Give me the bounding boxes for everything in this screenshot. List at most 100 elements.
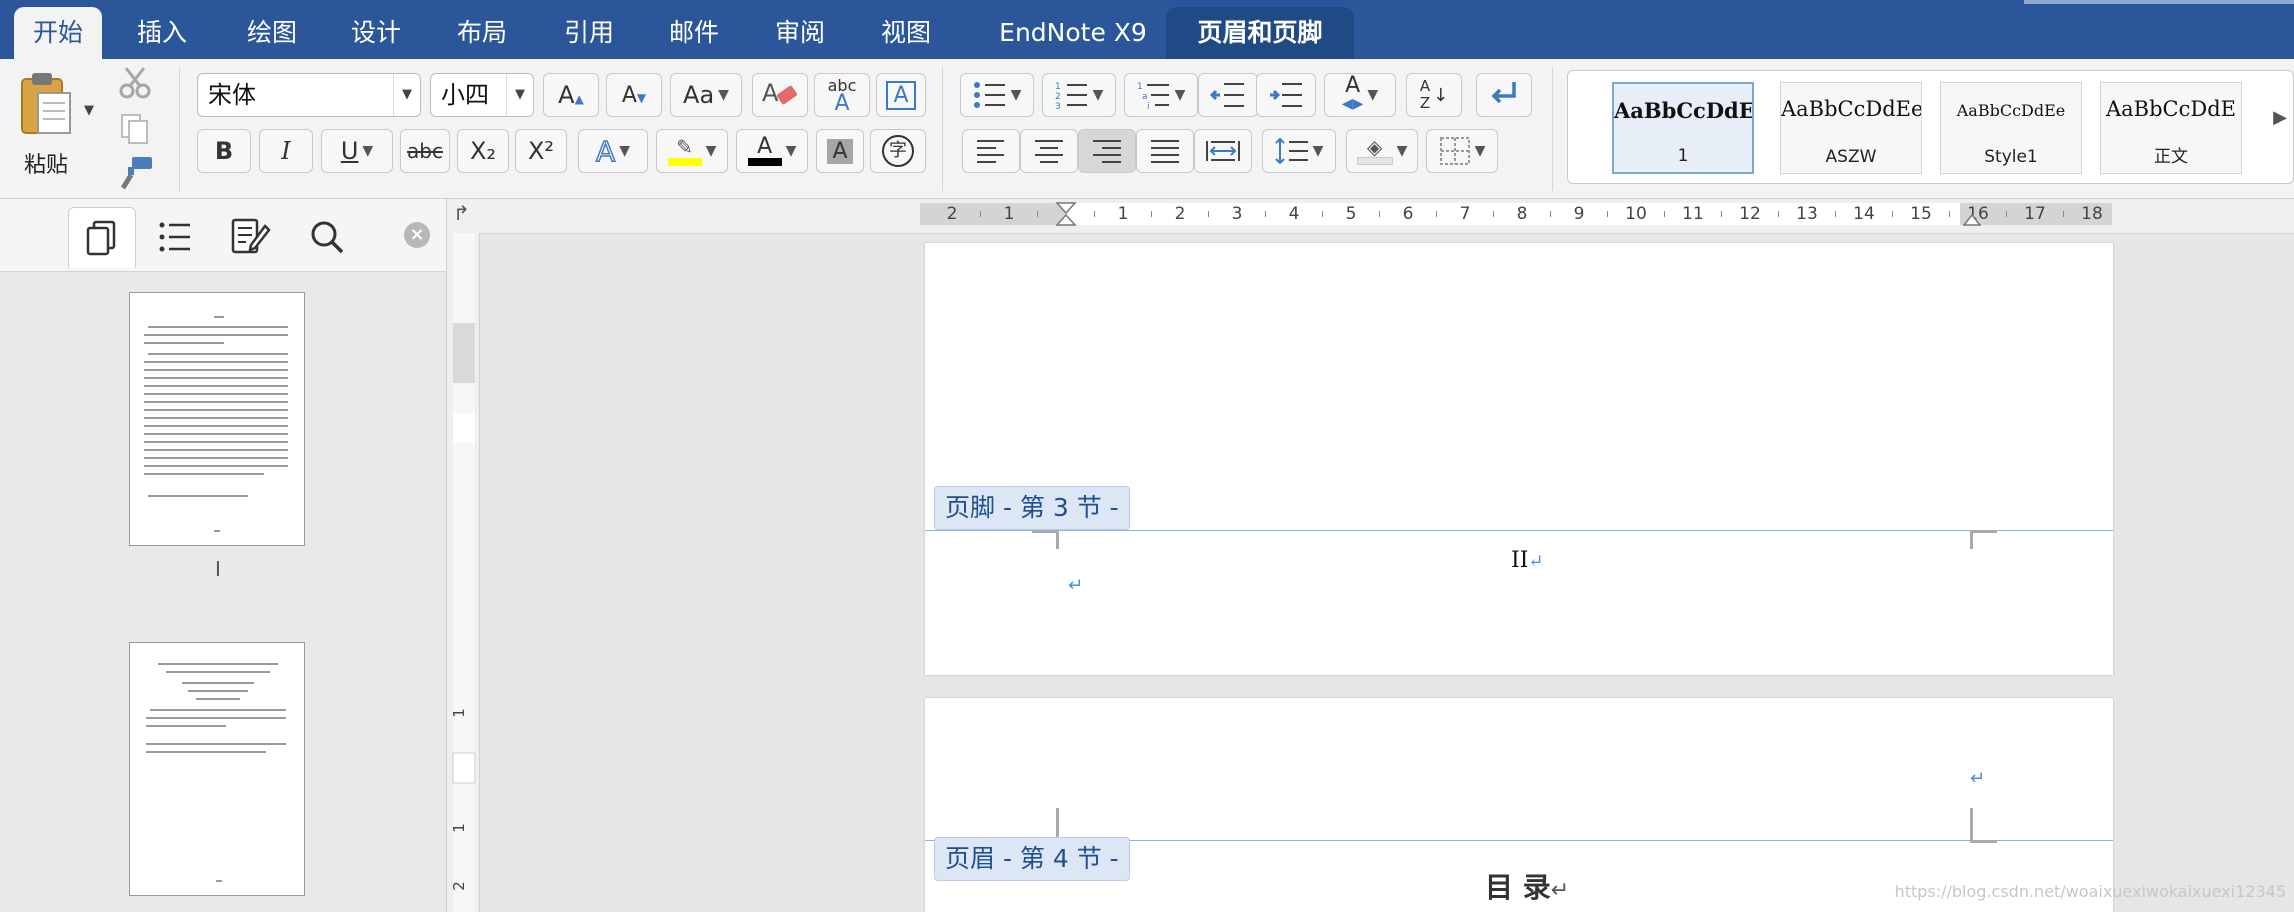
clear-formatting-button[interactable]: A (752, 73, 808, 117)
separator (179, 67, 180, 191)
style-sample: AaBbCcDdE (1614, 98, 1754, 123)
tab-stop-icon[interactable]: ↱ (453, 201, 470, 225)
ruler-tick-label: 17 (2024, 204, 2046, 224)
page-thumbnail-1[interactable] (129, 292, 305, 546)
italic-button[interactable]: I (259, 129, 313, 173)
increase-indent-icon (1270, 83, 1302, 107)
paragraph-mark: ↵ (1528, 551, 1544, 572)
horizontal-ruler[interactable]: 2 1 1 2 3 4 5 6 7 8 9 10 11 12 13 14 15 16 17 18 (920, 199, 2112, 229)
pages-icon (86, 220, 116, 256)
chevron-down-icon[interactable]: ▼ (393, 74, 420, 116)
strikethrough-button[interactable]: abc (400, 129, 450, 173)
paint-bucket-icon: ◈ (1356, 137, 1393, 165)
shrink-font-icon: A▼ (621, 82, 647, 108)
shading-button[interactable]: ◈ ▼ (1346, 129, 1418, 173)
numbering-button[interactable]: 123 ▼ (1042, 73, 1116, 117)
character-border-button[interactable]: A (876, 73, 926, 117)
page-thumbnail-2[interactable] (129, 642, 305, 896)
decrease-indent-button[interactable] (1198, 73, 1258, 117)
footer-section-tag[interactable]: 页脚 - 第 3 节 - (934, 486, 1130, 530)
font-name-combo[interactable]: 宋体 ▼ (197, 73, 421, 117)
align-right-button[interactable] (1078, 129, 1136, 173)
superscript-button[interactable]: X² (515, 129, 567, 173)
tab-header-footer[interactable]: 页眉和页脚 (1166, 7, 1354, 59)
underline-button[interactable]: U ▼ (321, 129, 393, 173)
nav-outline-tab[interactable] (142, 207, 208, 267)
tab-design[interactable]: 设计 (332, 0, 420, 59)
clipboard-icon (21, 73, 71, 134)
show-marks-button[interactable] (1476, 73, 1532, 117)
font-color-button[interactable]: A ▼ (736, 129, 808, 173)
tab-draw[interactable]: 绘图 (228, 0, 316, 59)
svg-text:a: a (1142, 92, 1148, 102)
grow-font-button[interactable]: A▲ (543, 73, 599, 117)
tab-review[interactable]: 审阅 (756, 0, 844, 59)
align-right-icon (1093, 140, 1121, 163)
nav-tabs: × (0, 199, 446, 272)
tab-insert[interactable]: 插入 (118, 0, 206, 59)
header-section-tag[interactable]: 页眉 - 第 4 节 - (934, 837, 1130, 881)
nav-search-tab[interactable] (294, 207, 360, 267)
spelling-button[interactable]: abc A (814, 73, 870, 117)
outline-list-icon (159, 222, 190, 252)
font-size-combo[interactable]: 小四 ▼ (430, 73, 534, 117)
bold-button[interactable]: B (197, 129, 251, 173)
tab-mailings[interactable]: 邮件 (650, 0, 738, 59)
align-left-button[interactable] (962, 129, 1020, 173)
styles-gallery: AaBbCcDdE 1 AaBbCcDdEe ASZW AaBbCcDdEe S… (1567, 70, 2294, 184)
nav-comments-tab[interactable] (218, 207, 284, 267)
style-card-style1[interactable]: AaBbCcDdEe Style1 (1940, 82, 2082, 174)
tab-endnote[interactable]: EndNote X9 (978, 0, 1168, 59)
edit-document-icon (231, 218, 271, 254)
page-number-field[interactable]: II↵ (1511, 548, 1543, 573)
page-thumbnail-label: I (215, 557, 221, 581)
close-pane-icon[interactable]: × (404, 222, 430, 248)
distribute-button[interactable] (1194, 129, 1252, 173)
ruler-tick-label: 1 (450, 708, 468, 718)
tab-references[interactable]: 引用 (545, 0, 633, 59)
svg-text:2: 2 (1055, 92, 1061, 102)
multilevel-list-button[interactable]: 1ai ▼ (1124, 73, 1198, 117)
style-card-normal[interactable]: AaBbCcDdE 正文 (2100, 82, 2242, 174)
increase-indent-button[interactable] (1256, 73, 1316, 117)
change-case-button[interactable]: Aa ▼ (670, 73, 742, 117)
subscript-icon: X₂ (469, 137, 497, 165)
ruler-tick-label: 2 (1175, 204, 1186, 224)
nav-thumbnails-tab[interactable] (68, 207, 136, 268)
line-spacing-button[interactable]: ▼ (1262, 129, 1336, 173)
style-card-aszw[interactable]: AaBbCcDdEe ASZW (1780, 82, 1922, 174)
document-page-3[interactable]: II↵ ↵ (925, 243, 2113, 675)
navigation-pane: × I (0, 199, 447, 912)
paste-dropdown-icon[interactable]: ▼ (84, 103, 94, 118)
bullets-button[interactable]: ▼ (960, 73, 1034, 117)
text-direction-button[interactable]: A ◀▶ ▼ (1324, 73, 1396, 117)
chevron-down-icon[interactable]: ▼ (506, 74, 533, 116)
vertical-ruler: 1 1 2 (447, 233, 480, 912)
ruler-tick-label: 8 (1517, 204, 1528, 224)
gallery-next-icon[interactable]: ▶ (2273, 107, 2287, 128)
copy-icon[interactable] (118, 111, 152, 145)
tab-home[interactable]: 开始 (14, 7, 102, 59)
character-shading-button[interactable]: A (816, 129, 864, 173)
numbered-list-icon: 123 (1055, 82, 1087, 110)
style-sample: AaBbCcDdEe (1956, 101, 2066, 120)
format-painter-icon[interactable] (118, 155, 154, 191)
ruler-tick-label: 1 (1004, 204, 1015, 224)
style-card-1[interactable]: AaBbCcDdE 1 (1612, 82, 1754, 174)
justify-button[interactable] (1136, 129, 1194, 173)
tab-view[interactable]: 视图 (862, 0, 950, 59)
tab-layout[interactable]: 布局 (438, 0, 526, 59)
paragraph-mark: ↵ (1068, 575, 1084, 596)
ruler-margin-left (920, 203, 1066, 225)
sort-button[interactable]: AZ ↓ (1406, 73, 1462, 117)
borders-button[interactable]: ▼ (1426, 129, 1498, 173)
enclose-characters-button[interactable]: 字 (870, 129, 926, 173)
subscript-button[interactable]: X₂ (457, 129, 509, 173)
shrink-font-button[interactable]: A▼ (606, 73, 662, 117)
paste-button[interactable]: ▼ 粘贴 (8, 67, 98, 187)
text-effects-button[interactable]: A ▼ (578, 129, 648, 173)
cut-icon[interactable] (118, 65, 152, 99)
align-center-button[interactable] (1020, 129, 1078, 173)
ruler-tick-label: 6 (1403, 204, 1414, 224)
highlight-button[interactable]: ✎ ▼ (656, 129, 728, 173)
